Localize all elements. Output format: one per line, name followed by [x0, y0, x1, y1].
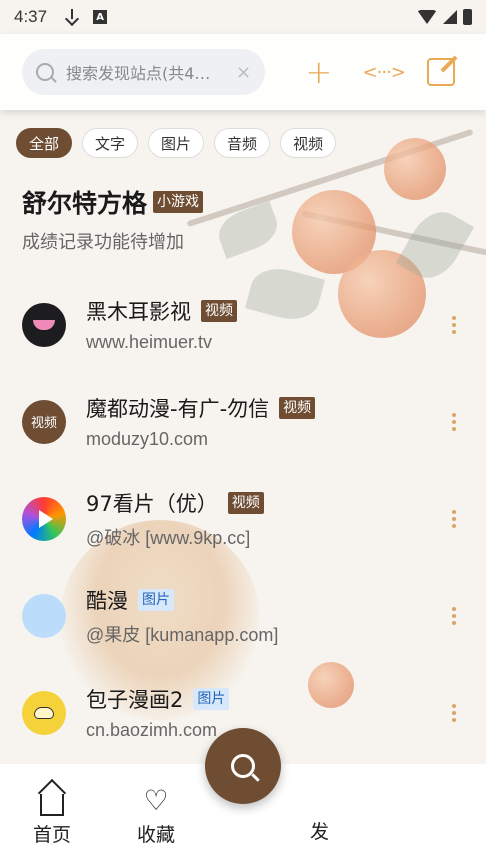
avatar — [22, 690, 66, 735]
site-tag: 图片 — [193, 688, 230, 710]
heart-icon: ♡ — [143, 784, 169, 817]
more-icon[interactable] — [444, 703, 464, 722]
site-title: 包子漫画2 — [86, 688, 184, 712]
site-url: moduzy10.com — [86, 429, 209, 449]
list-item[interactable]: 视频 魔都动漫-有广-勿信 视频 moduzy10.com — [0, 373, 486, 470]
search-icon — [36, 63, 54, 81]
group-title: 舒尔特方格 — [22, 189, 148, 218]
a-notification-icon: A — [93, 10, 108, 24]
status-bar: 4:37 A — [0, 0, 486, 34]
edit-icon — [426, 58, 455, 86]
site-url: www.heimuer.tv — [86, 332, 213, 352]
more-icon[interactable] — [444, 412, 464, 431]
list-item[interactable]: 黑木耳影视 视频 www.heimuer.tv — [0, 276, 486, 373]
edit-button[interactable] — [426, 58, 466, 86]
home-icon — [40, 794, 64, 816]
status-time: 4:37 — [14, 7, 48, 26]
site-title: 黑木耳影视 — [86, 300, 191, 324]
site-title: 97看片（优） — [86, 491, 218, 516]
site-url: @破冰 [www.9kp.cc] — [86, 527, 251, 548]
download-icon — [65, 9, 79, 25]
search-fab-button[interactable] — [205, 728, 281, 804]
filter-chip-image[interactable]: 图片 — [148, 128, 205, 158]
group-header[interactable]: 舒尔特方格 小游戏 成绩记录功能待增加 — [0, 158, 486, 254]
site-title: 魔都动漫-有广-勿信 — [86, 397, 270, 421]
group-tag: 小游戏 — [153, 191, 204, 213]
site-tag: 图片 — [138, 588, 174, 611]
clear-icon[interactable]: × — [236, 62, 251, 83]
site-list: 黑木耳影视 视频 www.heimuer.tv 视频 魔都动漫-有广-勿信 视频… — [0, 276, 486, 761]
nav-favorites-label: 收藏 — [136, 824, 175, 846]
add-button[interactable]: + — [299, 53, 338, 91]
nav-discover-label[interactable]: 发 — [310, 817, 329, 844]
code-icon[interactable]: <···> — [363, 62, 406, 83]
nav-favorites[interactable]: ♡ 收藏 — [104, 786, 208, 847]
search-input[interactable]: 搜索发现站点(共4… × — [22, 49, 266, 95]
more-icon[interactable] — [444, 509, 464, 528]
filter-chip-video[interactable]: 视频 — [280, 128, 337, 158]
site-title: 酷漫 — [86, 588, 128, 613]
avatar — [22, 302, 66, 347]
list-item[interactable]: 97看片（优） 视频 @破冰 [www.9kp.cc] — [0, 470, 486, 567]
filter-chip-audio[interactable]: 音频 — [214, 128, 271, 158]
search-header: 搜索发现站点(共4… × + <···> — [0, 34, 486, 110]
more-icon[interactable] — [444, 315, 464, 334]
site-tag: 视频 — [279, 397, 316, 419]
nav-home-label: 首页 — [32, 824, 71, 846]
group-subtitle: 成绩记录功能待增加 — [22, 232, 184, 253]
signal-icon — [443, 10, 457, 24]
avatar — [22, 593, 66, 638]
search-icon — [231, 754, 255, 778]
site-tag: 视频 — [227, 491, 264, 514]
wifi-icon — [417, 10, 437, 24]
nav-home[interactable]: 首页 — [0, 786, 104, 847]
search-placeholder: 搜索发现站点(共4… — [66, 64, 211, 83]
filter-chips: 全部 文字 图片 音频 视频 — [0, 110, 486, 158]
avatar — [22, 496, 66, 541]
site-url: @果皮 [kumanapp.com] — [86, 624, 279, 645]
filter-chip-all[interactable]: 全部 — [16, 128, 73, 158]
more-icon[interactable] — [444, 606, 464, 625]
avatar: 视频 — [22, 399, 66, 444]
battery-icon — [463, 9, 472, 25]
site-tag: 视频 — [201, 300, 237, 322]
list-item[interactable]: 酷漫 图片 @果皮 [kumanapp.com] — [0, 567, 486, 664]
filter-chip-text[interactable]: 文字 — [82, 128, 139, 158]
